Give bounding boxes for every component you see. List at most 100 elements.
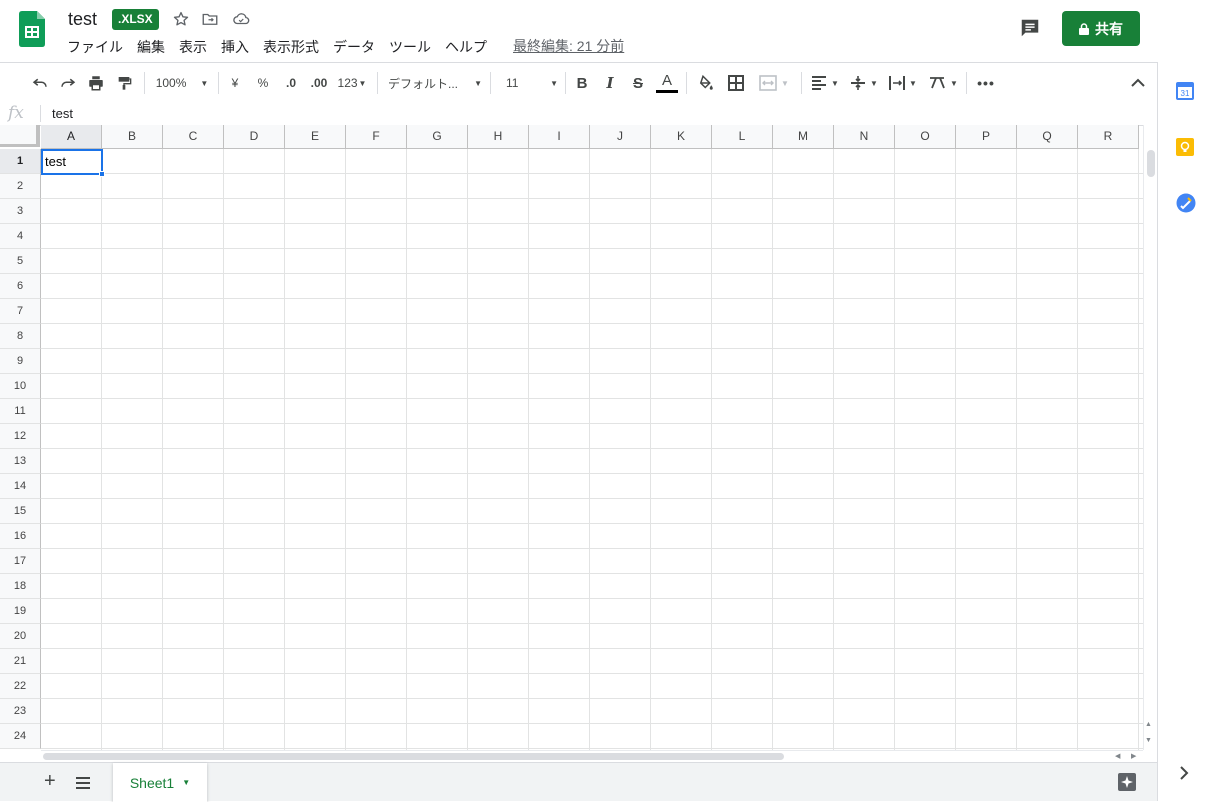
column-header-e[interactable]: E <box>285 125 346 149</box>
document-title[interactable]: test <box>68 9 97 30</box>
menu-help[interactable]: ヘルプ <box>445 37 487 57</box>
row-header-15[interactable]: 15 <box>0 499 41 524</box>
column-header-i[interactable]: I <box>529 125 590 149</box>
vertical-scroll-thumb[interactable] <box>1147 150 1155 177</box>
column-header-k[interactable]: K <box>651 125 712 149</box>
row-header-21[interactable]: 21 <box>0 649 41 674</box>
horizontal-scroll-thumb[interactable] <box>43 753 784 760</box>
borders-icon[interactable] <box>725 63 747 103</box>
calendar-icon[interactable]: 31 <box>1176 82 1194 105</box>
row-header-12[interactable]: 12 <box>0 424 41 449</box>
tasks-icon[interactable] <box>1176 193 1196 218</box>
percent-format-button[interactable]: % <box>254 63 272 103</box>
row-header-18[interactable]: 18 <box>0 574 41 599</box>
keep-icon[interactable] <box>1176 138 1194 161</box>
column-header-c[interactable]: C <box>163 125 224 149</box>
more-formats-button[interactable]: 123 ▼ <box>335 63 369 103</box>
column-header-b[interactable]: B <box>102 125 163 149</box>
column-header-l[interactable]: L <box>712 125 773 149</box>
column-header-r[interactable]: R <box>1078 125 1139 149</box>
row-header-2[interactable]: 2 <box>0 174 41 199</box>
explore-icon[interactable] <box>1117 772 1137 797</box>
collapse-toolbar-icon[interactable] <box>1128 63 1148 103</box>
text-wrap-icon[interactable]: ▼ <box>886 63 920 103</box>
menu-insert[interactable]: 挿入 <box>221 37 249 57</box>
row-header-19[interactable]: 19 <box>0 599 41 624</box>
row-header-13[interactable]: 13 <box>0 449 41 474</box>
sheet-tab[interactable]: Sheet1 ▼ <box>113 763 207 802</box>
row-header-10[interactable]: 10 <box>0 374 41 399</box>
row-header-22[interactable]: 22 <box>0 674 41 699</box>
column-header-d[interactable]: D <box>224 125 285 149</box>
scroll-left-arrow-icon[interactable]: ◀ <box>1115 752 1120 760</box>
row-header-1[interactable]: 1 <box>0 149 41 174</box>
move-folder-icon[interactable] <box>201 10 221 30</box>
row-header-20[interactable]: 20 <box>0 624 41 649</box>
undo-icon[interactable] <box>29 63 51 103</box>
column-header-n[interactable]: N <box>834 125 895 149</box>
font-size-select[interactable]: 11 ▼ <box>500 63 558 103</box>
horizontal-align-icon[interactable]: ▼ <box>809 63 841 103</box>
menu-file[interactable]: ファイル <box>67 37 123 57</box>
row-header-11[interactable]: 11 <box>0 399 41 424</box>
font-select[interactable]: デフォルト... ▼ <box>388 63 482 103</box>
row-header-23[interactable]: 23 <box>0 699 41 724</box>
select-all-corner[interactable] <box>0 125 40 147</box>
column-header-f[interactable]: F <box>346 125 407 149</box>
merge-cells-icon[interactable]: ▼ <box>754 63 794 103</box>
horizontal-scrollbar[interactable]: ◀ ▶ <box>41 750 1143 762</box>
column-header-q[interactable]: Q <box>1017 125 1078 149</box>
column-header-a[interactable]: A <box>41 125 102 149</box>
row-header-5[interactable]: 5 <box>0 249 41 274</box>
last-edit-link[interactable]: 最終編集: 21 分前 <box>513 36 624 56</box>
italic-button[interactable]: I <box>600 63 620 103</box>
vertical-scrollbar[interactable]: ▲ ▼ <box>1143 125 1157 750</box>
row-header-3[interactable]: 3 <box>0 199 41 224</box>
scroll-right-arrow-icon[interactable]: ▶ <box>1131 752 1136 760</box>
fill-handle[interactable] <box>99 171 105 177</box>
fill-color-icon[interactable] <box>695 63 717 103</box>
menu-data[interactable]: データ <box>333 37 375 57</box>
row-header-14[interactable]: 14 <box>0 474 41 499</box>
more-options-icon[interactable]: ••• <box>975 63 997 103</box>
text-rotation-icon[interactable]: ▼ <box>926 63 960 103</box>
column-header-o[interactable]: O <box>895 125 956 149</box>
menu-tools[interactable]: ツール <box>389 37 431 57</box>
sheets-logo-icon[interactable] <box>19 11 45 47</box>
star-icon[interactable] <box>172 10 192 30</box>
row-header-6[interactable]: 6 <box>0 274 41 299</box>
column-header-j[interactable]: J <box>590 125 651 149</box>
column-header-p[interactable]: P <box>956 125 1017 149</box>
scroll-up-arrow-icon[interactable]: ▲ <box>1145 721 1152 728</box>
share-button[interactable]: 共有 <box>1062 11 1140 46</box>
column-header-m[interactable]: M <box>773 125 834 149</box>
menu-view[interactable]: 表示 <box>179 37 207 57</box>
column-header-h[interactable]: H <box>468 125 529 149</box>
paint-format-icon[interactable] <box>113 63 135 103</box>
row-header-8[interactable]: 8 <box>0 324 41 349</box>
add-sheet-icon[interactable]: + <box>44 770 56 792</box>
expand-panel-icon[interactable] <box>1179 766 1189 785</box>
row-header-24[interactable]: 24 <box>0 724 41 749</box>
bold-button[interactable]: B <box>572 63 592 103</box>
print-icon[interactable] <box>85 63 107 103</box>
row-header-7[interactable]: 7 <box>0 299 41 324</box>
menu-edit[interactable]: 編集 <box>137 37 165 57</box>
decrease-decimal-button[interactable]: .0 <box>279 63 303 103</box>
row-header-16[interactable]: 16 <box>0 524 41 549</box>
formula-input[interactable]: test <box>52 105 73 122</box>
row-header-17[interactable]: 17 <box>0 549 41 574</box>
all-sheets-icon[interactable] <box>76 776 90 794</box>
scroll-down-arrow-icon[interactable]: ▼ <box>1145 737 1152 744</box>
row-header-9[interactable]: 9 <box>0 349 41 374</box>
strikethrough-button[interactable]: S <box>628 63 648 103</box>
currency-format-button[interactable]: ¥ <box>226 63 244 103</box>
comments-icon[interactable] <box>1019 17 1041 39</box>
cloud-status-icon[interactable] <box>231 10 251 30</box>
zoom-select[interactable]: 100% ▼ <box>152 63 212 103</box>
vertical-align-icon[interactable]: ▼ <box>848 63 880 103</box>
text-color-button[interactable]: A <box>655 63 679 103</box>
row-header-4[interactable]: 4 <box>0 224 41 249</box>
increase-decimal-button[interactable]: .00 <box>306 63 332 103</box>
redo-icon[interactable] <box>57 63 79 103</box>
